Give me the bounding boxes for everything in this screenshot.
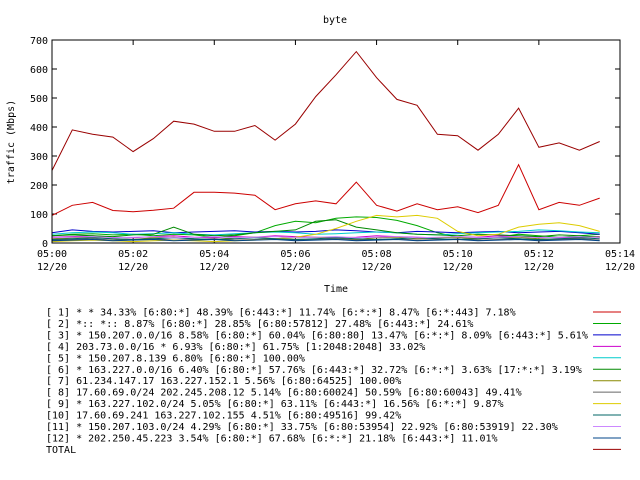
chart-page: byte traffic (Mbps) Time 0 100 200 300 400 50… <box>0 0 640 480</box>
legend-entry-7: [ 7] 61.234.147.17 163.227.152.1 5.56% [… <box>46 376 401 387</box>
y-tick-label: 300 <box>30 152 48 163</box>
x-tick-label-time: 05:06 <box>280 249 310 260</box>
y-tick-label: 200 <box>30 181 48 192</box>
x-tick-label-time: 05:02 <box>118 249 148 260</box>
x-tick-label-date: 12/20 <box>524 262 554 273</box>
x-tick-label-time: 05:10 <box>443 249 473 260</box>
legend-entry-6: [ 6] * 163.227.0.0/16 6.40% [6:80:*] 57.… <box>46 365 582 376</box>
x-tick-label-date: 12/20 <box>362 262 392 273</box>
legend-entry-11: [11] * 150.207.103.0/24 4.29% [6:80:*] 3… <box>46 422 558 433</box>
x-tick-label-time: 05:14 <box>605 249 635 260</box>
y-tick-label: 700 <box>30 36 48 47</box>
legend-entry-5: [ 5] * 150.207.8.139 6.80% [6:80:*] 100.… <box>46 353 305 364</box>
series-line-12 <box>51 238 600 242</box>
legend: [ 1] * * 34.33% [6:80:*] 48.39% [6:443:*… <box>46 308 621 456</box>
chart-title: byte <box>323 15 347 26</box>
x-tick-label-date: 12/20 <box>280 262 310 273</box>
x-axis-label: Time <box>324 284 348 295</box>
x-tick-label-date: 12/20 <box>605 262 635 273</box>
legend-entry-8: [ 8] 17.60.69.0/24 202.245.208.12 5.14% … <box>46 388 522 399</box>
y-tick-label: 600 <box>30 65 48 76</box>
y-tick-label: 400 <box>30 123 48 134</box>
series-line-1 <box>51 163 600 216</box>
x-tick-label-time: 05:12 <box>524 249 554 260</box>
x-tick-label-date: 12/20 <box>118 262 148 273</box>
traffic-chart: byte traffic (Mbps) Time 010020030040050… <box>6 15 635 456</box>
y-axis-label: traffic (Mbps) <box>6 100 17 184</box>
legend-entry-10: [10] 17.60.69.241 163.227.102.155 4.51% … <box>46 411 401 422</box>
legend-entry-3: [ 3] * 150.207.0.0/16 8.58% [6:80:*] 60.… <box>46 330 588 341</box>
x-tick-label-date: 12/20 <box>199 262 229 273</box>
legend-entry-4: [ 4] 203.73.0.0/16 * 6.93% [6:80:*] 61.7… <box>46 342 425 353</box>
legend-entry-12: [12] * 202.250.45.223 3.54% [6:80:*] 67.… <box>46 433 498 444</box>
x-tick-label-time: 05:00 <box>37 249 67 260</box>
x-tick-label-date: 12/20 <box>37 262 67 273</box>
legend-entry-1: [ 1] * * 34.33% [6:80:*] 48.39% [6:443:*… <box>46 308 516 319</box>
y-tick-label: 100 <box>30 210 48 221</box>
legend-entry-9: [ 9] * 163.227.102.0/24 5.05% [6:80:*] 6… <box>46 399 504 410</box>
x-tick-label-date: 12/20 <box>443 262 473 273</box>
series-line-13 <box>51 50 600 171</box>
legend-entry-2: [ 2] *:: *:: 8.87% [6:80:*] 28.85% [6:80… <box>46 319 473 330</box>
y-tick-label: 500 <box>30 94 48 105</box>
legend-entry-13: TOTAL <box>46 445 76 456</box>
series-lines <box>51 50 600 243</box>
plot-frame <box>51 39 621 244</box>
x-tick-label-time: 05:08 <box>362 249 392 260</box>
x-tick-label-time: 05:04 <box>199 249 229 260</box>
